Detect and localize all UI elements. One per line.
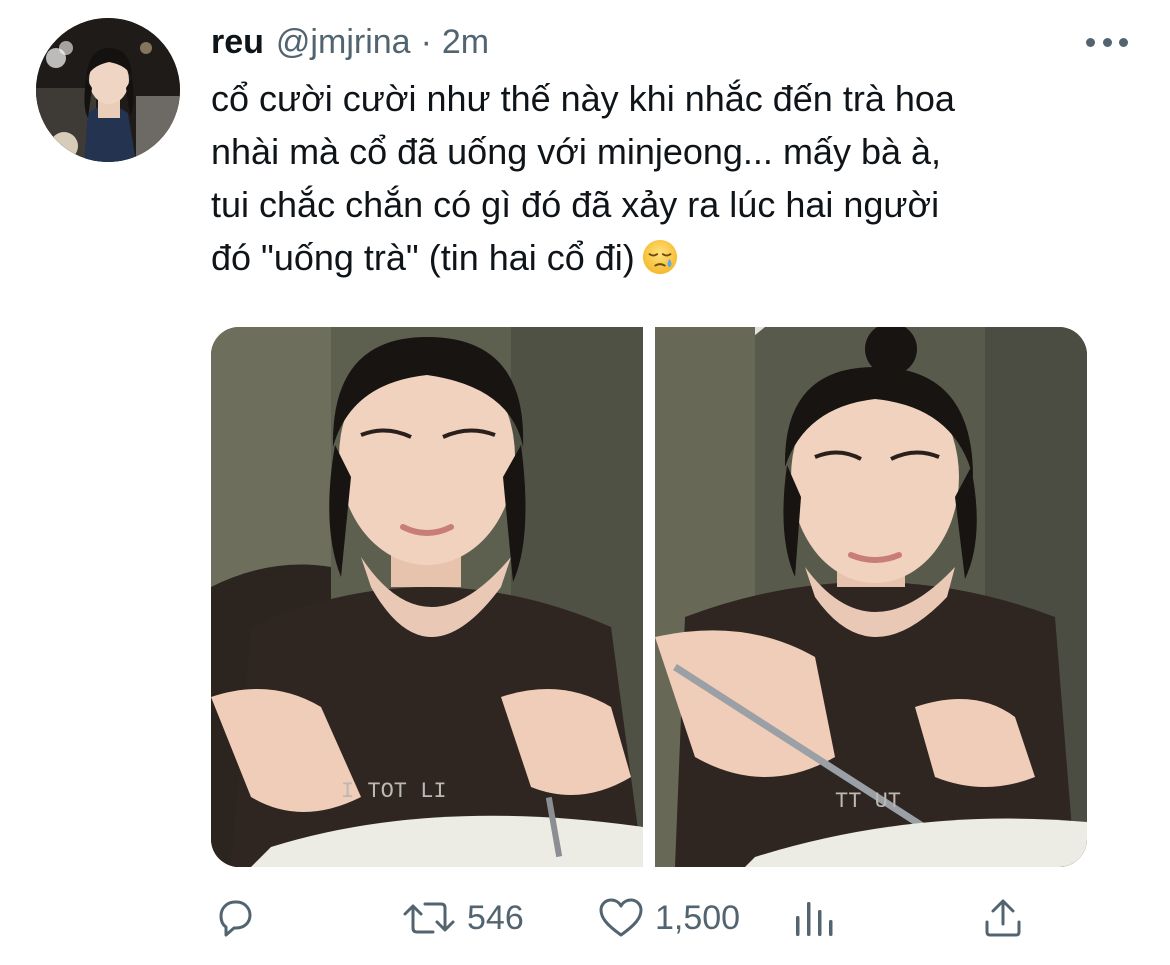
tweet-text-line: cổ cười cười như thế này khi nhắc đến tr… <box>211 78 955 119</box>
like-count: 1,500 <box>655 898 741 937</box>
tweet-text: cổ cười cười như thế này khi nhắc đến tr… <box>211 72 1131 284</box>
shirt-print: TT UT <box>835 789 901 814</box>
tweet-text-last-segment: đó "uống trà" (tin hai cổ đi) <box>211 237 635 278</box>
retweet-button[interactable]: 546 <box>401 893 524 943</box>
tweet-text-line: tui chắc chắn có gì đó đã xảy ra lúc hai… <box>211 184 940 225</box>
avatar-image <box>36 18 180 162</box>
tweet-actions: 546 1,500 <box>211 893 1051 943</box>
user-handle[interactable]: @jmjrina <box>276 22 411 62</box>
more-dot <box>1102 37 1112 47</box>
reply-button[interactable] <box>213 893 257 943</box>
timestamp[interactable]: 2m <box>442 22 489 62</box>
retweet-count: 546 <box>467 898 524 937</box>
tweet-photo-2[interactable]: TT UT <box>655 327 1087 867</box>
tweet-text-line: nhài mà cổ đã uống với minjeong... mấy b… <box>211 131 942 172</box>
photo-1-image: I TOT LI <box>211 327 643 867</box>
more-options-icon[interactable] <box>1086 32 1128 52</box>
shirt-print: I TOT LI <box>341 779 447 804</box>
avatar[interactable] <box>36 18 180 162</box>
reply-icon <box>219 900 252 937</box>
share-icon <box>985 899 1021 937</box>
tweet-text-line-last: đó "uống trà" (tin hai cổ đi) <box>211 231 1131 284</box>
sleepy-face-emoji <box>642 239 677 275</box>
more-dot <box>1086 37 1095 47</box>
heart-icon <box>599 898 643 937</box>
retweet-icon <box>403 902 455 934</box>
more-dot <box>1119 37 1128 47</box>
share-button[interactable] <box>981 893 1025 943</box>
tweet-header: reu @jmjrina · 2m <box>211 22 489 62</box>
media-grid: I TOT LI TT UT <box>211 327 1087 867</box>
analytics-button[interactable] <box>791 893 835 943</box>
like-button[interactable]: 1,500 <box>597 893 740 943</box>
separator-dot: · <box>420 23 432 61</box>
photo-2-image: TT UT <box>655 327 1087 867</box>
analytics-icon <box>796 902 833 936</box>
tweet-photo-1[interactable]: I TOT LI <box>211 327 643 867</box>
display-name[interactable]: reu <box>211 22 264 62</box>
